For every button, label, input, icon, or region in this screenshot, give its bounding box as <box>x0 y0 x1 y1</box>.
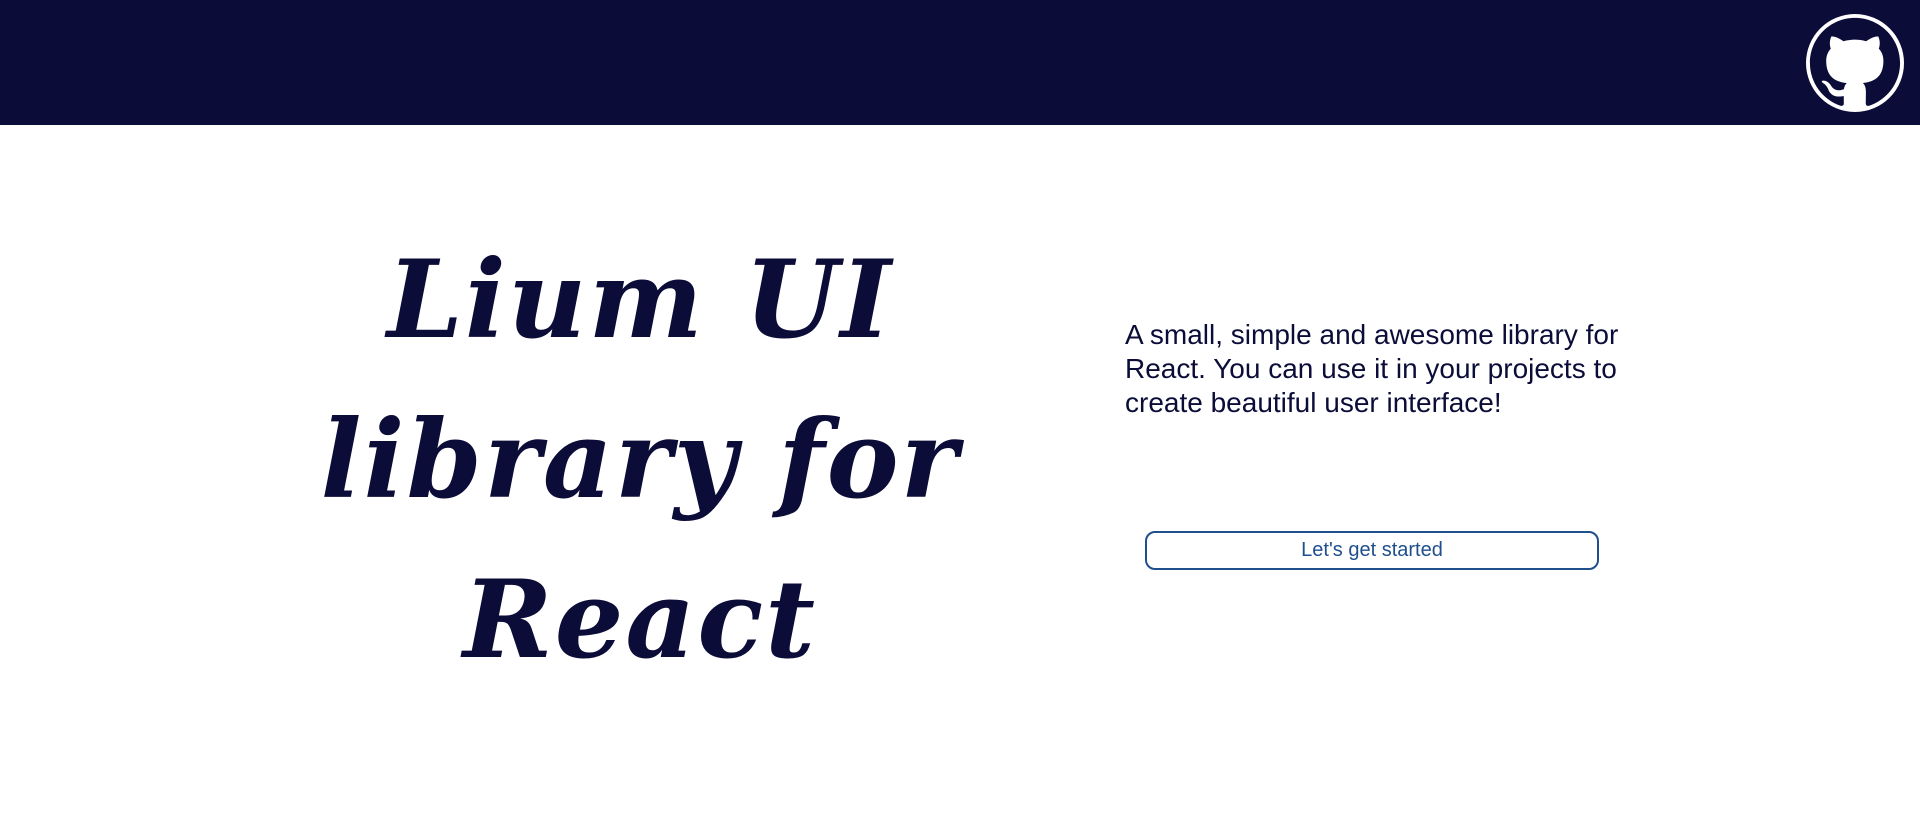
top-navbar <box>0 0 1920 125</box>
hero-description: A small, simple and awesome library for … <box>1125 319 1619 418</box>
github-link[interactable] <box>1806 14 1904 112</box>
hero-section: Lium UI library for React A small, simpl… <box>0 125 1920 838</box>
github-octocat-icon <box>1806 14 1904 112</box>
hero-title: Lium UI library for React <box>320 237 960 683</box>
get-started-button[interactable]: Let's get started <box>1145 531 1599 570</box>
